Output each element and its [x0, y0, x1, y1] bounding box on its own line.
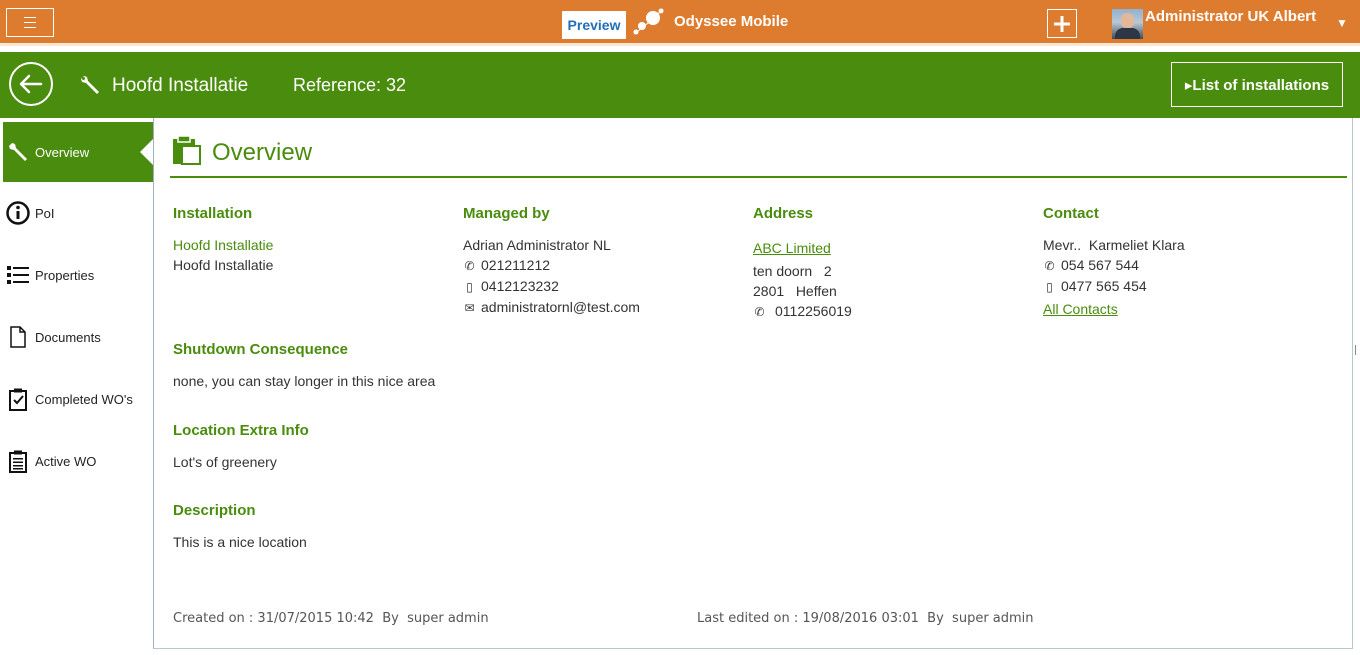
installation-name-link[interactable]: Hoofd Installatie: [173, 235, 273, 255]
app-title: Odyssee Mobile: [674, 13, 788, 30]
installation-name: Hoofd Installatie: [173, 255, 273, 275]
sidebar: Overview PoI Properties Documents Comple…: [0, 118, 153, 655]
edited-info: Last edited on : 19/08/2016 03:01 By sup…: [697, 611, 1034, 626]
shutdown-text: none, you can stay longer in this nice a…: [173, 371, 435, 391]
contact-section: Contact Mevr.. Karmeliet Klara ✆ 054 567 …: [1043, 204, 1185, 319]
caret-down-icon[interactable]: ▼: [1336, 16, 1348, 30]
created-info: Created on : 31/07/2015 10:42 By super a…: [173, 611, 489, 626]
contact-mobile: 0477 565 454: [1061, 278, 1147, 294]
shutdown-section: Shutdown Consequence none, you can stay …: [173, 340, 435, 391]
overview-panel: Overview Installation Hoofd Installatie …: [153, 118, 1353, 649]
back-button[interactable]: [9, 62, 53, 106]
sidebar-item-completed-wos[interactable]: Completed WO's: [3, 369, 153, 429]
hamburger-icon: [24, 17, 36, 28]
clipboard-list-icon: [5, 448, 31, 474]
address-section: Address ABC Limited ten doorn 2 2801 Hef…: [753, 204, 852, 322]
manager-name: Adrian Administrator NL: [463, 235, 640, 255]
manager-phone: 021211212: [481, 257, 550, 273]
top-bar: Preview Odyssee Mobile Administrator UK …: [0, 0, 1360, 46]
sidebar-item-label: Overview: [35, 145, 89, 160]
hamburger-menu-button[interactable]: [6, 8, 54, 37]
location-extra-heading: Location Extra Info: [173, 421, 309, 441]
sidebar-item-label: Completed WO's: [35, 392, 133, 407]
shutdown-heading: Shutdown Consequence: [173, 340, 435, 360]
contact-phone: 054 567 544: [1061, 257, 1139, 273]
sidebar-item-documents[interactable]: Documents: [3, 307, 153, 367]
sidebar-item-label: Properties: [35, 268, 94, 283]
sidebar-item-poi[interactable]: PoI: [3, 183, 153, 243]
manager-mobile: 0412123232: [481, 278, 559, 294]
sidebar-item-active-wo[interactable]: Active WO: [3, 431, 153, 491]
wrench-icon: [78, 73, 102, 97]
sidebar-item-label: Documents: [35, 330, 101, 345]
address-phone: 0112256019: [775, 303, 852, 319]
installation-section: Installation Hoofd Installatie Hoofd Ins…: [173, 204, 273, 275]
reference-label: Reference: 32: [293, 75, 406, 96]
odyssee-logo-icon: [631, 6, 665, 38]
sidebar-item-properties[interactable]: Properties: [3, 245, 153, 305]
clipboard-overview-icon: [170, 134, 202, 166]
add-button[interactable]: [1047, 9, 1077, 38]
resize-handle[interactable]: [1355, 345, 1356, 355]
arrow-left-icon: [19, 74, 43, 94]
phone-icon: ✆: [1043, 256, 1056, 276]
mobile-icon: ▯: [463, 277, 476, 297]
list-of-installations-button[interactable]: ▸List of installations: [1171, 62, 1343, 107]
address-city: 2801 Heffen: [753, 281, 852, 301]
info-icon: [5, 200, 31, 226]
location-extra-section: Location Extra Info Lot's of greenery: [173, 421, 309, 472]
email-icon: ✉: [463, 298, 476, 318]
address-street: ten doorn 2: [753, 261, 852, 281]
preview-badge[interactable]: Preview: [562, 11, 626, 39]
sidebar-item-label: PoI: [35, 206, 55, 221]
description-section: Description This is a nice location: [173, 501, 307, 552]
sidebar-item-overview[interactable]: Overview: [3, 122, 153, 182]
installation-title: Hoofd Installatie: [112, 75, 248, 97]
contact-heading: Contact: [1043, 204, 1185, 224]
address-heading: Address: [753, 204, 852, 224]
mobile-icon: ▯: [1043, 277, 1056, 297]
list-icon: [5, 262, 31, 288]
sidebar-item-label: Active WO: [35, 454, 96, 469]
plus-icon: [1054, 16, 1070, 32]
all-contacts-link[interactable]: All Contacts: [1043, 299, 1185, 319]
wrench-icon: [5, 139, 31, 165]
overview-header: Overview: [170, 132, 1347, 178]
installation-heading: Installation: [173, 204, 273, 224]
description-text: This is a nice location: [173, 532, 307, 552]
managed-by-heading: Managed by: [463, 204, 640, 224]
manager-email: administratornl@test.com: [481, 299, 640, 315]
installation-header: Hoofd Installatie Reference: 32 ▸List of…: [0, 52, 1360, 118]
description-heading: Description: [173, 501, 307, 521]
company-link[interactable]: ABC Limited: [753, 238, 852, 258]
phone-icon: ✆: [753, 302, 766, 322]
user-avatar[interactable]: [1112, 9, 1143, 39]
location-extra-text: Lot's of greenery: [173, 452, 309, 472]
overview-title: Overview: [212, 139, 312, 167]
document-icon: [5, 324, 31, 350]
managed-by-section: Managed by Adrian Administrator NL ✆ 0212…: [463, 204, 640, 318]
user-name[interactable]: Administrator UK Albert: [1145, 8, 1316, 25]
clipboard-check-icon: [5, 386, 31, 412]
phone-icon: ✆: [463, 256, 476, 276]
contact-name: Mevr.. Karmeliet Klara: [1043, 235, 1185, 255]
